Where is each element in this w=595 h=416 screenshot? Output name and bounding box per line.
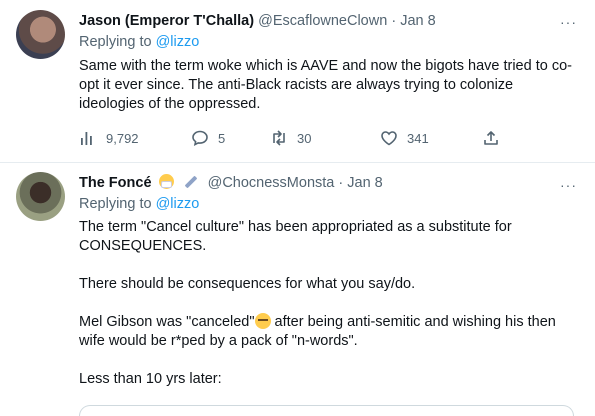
- like-button[interactable]: 341: [380, 128, 429, 148]
- like-count: 341: [407, 130, 429, 146]
- timestamp[interactable]: Jan 8: [347, 175, 382, 191]
- reply-count: 5: [218, 130, 226, 146]
- retweet-icon: [273, 130, 285, 146]
- more-options-icon[interactable]: ···: [560, 14, 577, 30]
- display-name[interactable]: Jason (Emperor T'Challa): [79, 13, 254, 29]
- syringe-emoji-icon: [184, 175, 197, 189]
- handle[interactable]: @EscaflowneClown: [258, 13, 387, 29]
- tweet-actions: 9,792 5 30 341: [79, 128, 509, 148]
- mention-link[interactable]: @lizzo: [156, 34, 200, 50]
- avatar[interactable]: [16, 172, 65, 221]
- tweet-paragraph: The term "Cancel culture" has been appro…: [79, 219, 512, 254]
- rolling-eyes-emoji-icon: [254, 313, 271, 329]
- tweet-header: Jason (Emperor T'Challa) @EscaflowneClow…: [79, 12, 436, 30]
- views-count: 9,792: [106, 130, 139, 146]
- tweet-text: The term "Cancel culture" has been appro…: [79, 218, 579, 389]
- replying-to-label: Replying to: [79, 34, 156, 50]
- timestamp[interactable]: Jan 8: [400, 13, 435, 29]
- reply-icon: [192, 130, 208, 146]
- replying-to-label: Replying to: [79, 196, 156, 212]
- tweet-2[interactable]: The Foncé @ChocnessMonsta · Jan 8 ··· Re…: [0, 163, 595, 416]
- replying-to: Replying to @lizzo: [79, 34, 199, 50]
- tweet-text-segment: Mel Gibson was "canceled": [79, 314, 255, 330]
- avatar[interactable]: [16, 10, 65, 59]
- retweet-button[interactable]: 30: [270, 128, 311, 148]
- more-options-icon[interactable]: ···: [560, 177, 577, 193]
- mention-link[interactable]: @lizzo: [156, 196, 200, 212]
- tweet-paragraph: Less than 10 yrs later:: [79, 371, 222, 387]
- retweet-count: 30: [297, 130, 312, 146]
- tweet-paragraph: There should be consequences for what yo…: [79, 276, 416, 292]
- tweet-1[interactable]: Jason (Emperor T'Challa) @EscaflowneClow…: [0, 0, 595, 163]
- reply-button[interactable]: 5: [191, 128, 225, 148]
- share-icon: [484, 131, 498, 145]
- separator: ·: [338, 175, 344, 191]
- share-button[interactable]: [482, 128, 509, 148]
- views-button[interactable]: 9,792: [79, 128, 139, 148]
- tweet-text: Same with the term woke which is AAVE an…: [79, 58, 572, 112]
- quoted-media-card[interactable]: [79, 405, 574, 416]
- tweet-header: The Foncé @ChocnessMonsta · Jan 8: [79, 174, 383, 192]
- mask-face-emoji-icon: [158, 174, 174, 189]
- replying-to: Replying to @lizzo: [79, 196, 199, 212]
- separator: ·: [391, 13, 397, 29]
- analytics-icon: [81, 132, 92, 145]
- tweet-paragraph: Mel Gibson was "canceled" after being an…: [79, 313, 579, 351]
- handle[interactable]: @ChocnessMonsta: [208, 175, 335, 191]
- heart-icon: [381, 131, 397, 146]
- display-name[interactable]: The Foncé: [79, 175, 152, 191]
